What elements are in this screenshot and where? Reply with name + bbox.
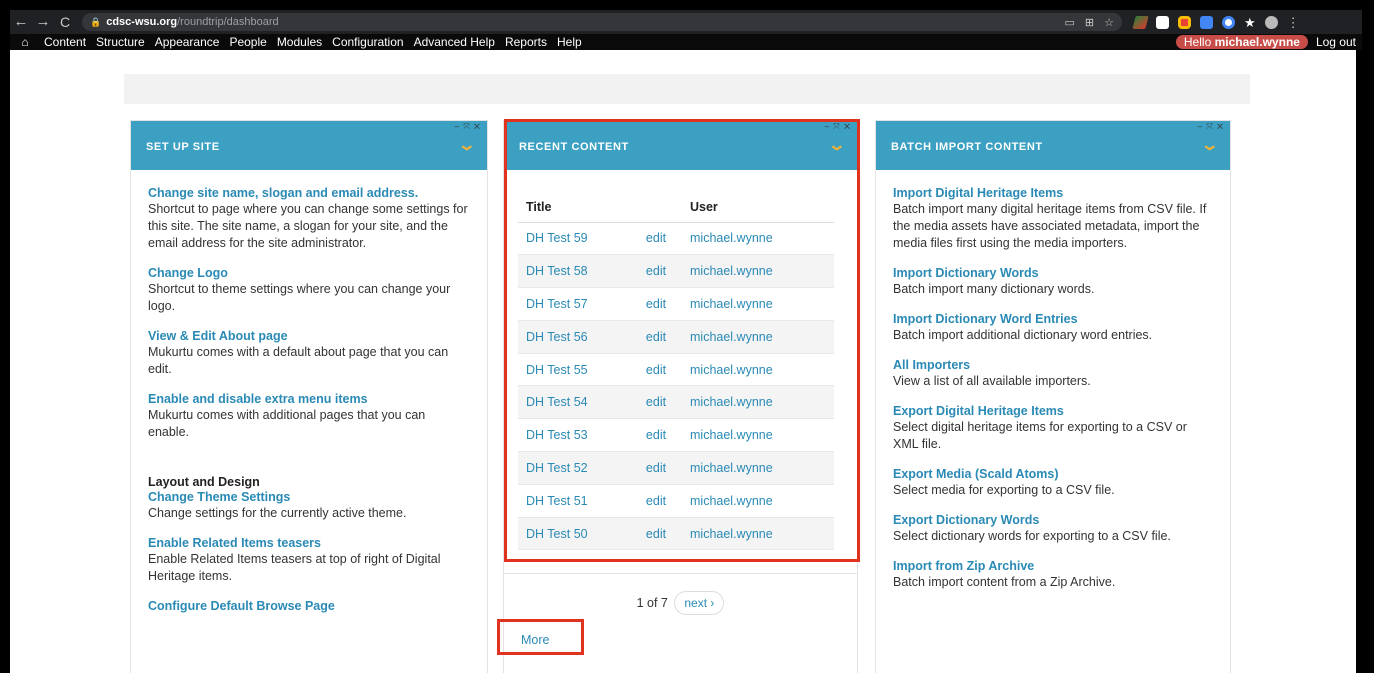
setup-site-block: SET UP SITE – ⤧ ✕ ⌄ Change site name, sl… [130, 120, 488, 673]
entry-description: Batch import additional dictionary word … [893, 328, 1153, 342]
pager-next-button[interactable]: next › [674, 591, 725, 615]
admin-toolbar: ⌂ Content Structure Appearance People Mo… [10, 34, 1362, 50]
home-icon[interactable]: ⌂ [16, 35, 34, 49]
back-arrow-icon[interactable]: ← [10, 10, 32, 34]
list-item: Configure Default Browse Page [148, 599, 469, 614]
address-bar[interactable]: 🔒 cdsc-wsu.org/roundtrip/dashboard ▭ ⊞ ☆ [82, 13, 1122, 31]
extension-pen-icon[interactable] [1132, 15, 1149, 29]
list-item: Import Dictionary Words Batch import man… [893, 266, 1212, 298]
profile-avatar-icon[interactable] [1264, 15, 1278, 29]
toolbar-item-advanced-help[interactable]: Advanced Help [414, 35, 495, 49]
export-dictionary-words-link[interactable]: Export Dictionary Words [893, 513, 1212, 528]
export-media-link[interactable]: Export Media (Scald Atoms) [893, 467, 1212, 482]
extensions-puzzle-icon[interactable]: ★ [1244, 16, 1256, 29]
pager-status: 1 of 7 [636, 596, 668, 610]
entry-description: Shortcut to theme settings where you can… [148, 282, 451, 313]
kebab-menu-icon[interactable]: ⋮ [1287, 16, 1300, 29]
list-item: Change site name, slogan and email addre… [148, 186, 469, 252]
star-icon[interactable]: ☆ [1104, 16, 1114, 29]
import-dictionary-words-link[interactable]: Import Dictionary Words [893, 266, 1212, 281]
list-item: Change Logo Shortcut to theme settings w… [148, 266, 469, 315]
list-item: Change Theme Settings Change settings fo… [148, 490, 469, 522]
browser-chrome: ← → C 🔒 cdsc-wsu.org/roundtrip/dashboard… [10, 10, 1362, 34]
block-controls-icon[interactable]: – ⤧ ✕ [455, 122, 481, 132]
toolbar-item-structure[interactable]: Structure [96, 35, 145, 49]
extension-square-icon[interactable] [1200, 15, 1213, 29]
page-header-bar [124, 74, 1250, 104]
extension-circle-icon[interactable] [1178, 15, 1191, 29]
entry-description: Batch import content from a Zip Archive. [893, 575, 1116, 589]
entry-description: Enable Related Items teasers at top of r… [148, 552, 441, 583]
change-site-name-link[interactable]: Change site name, slogan and email addre… [148, 186, 469, 201]
hello-user-badge[interactable]: Hello michael.wynne [1175, 35, 1308, 49]
list-item: Export Digital Heritage Items Select dig… [893, 404, 1212, 453]
toolbar-item-reports[interactable]: Reports [505, 35, 547, 49]
extension-window-icon[interactable] [1156, 15, 1169, 29]
entry-description: View a list of all available importers. [893, 374, 1091, 388]
cast-icon[interactable]: ▭ [1065, 16, 1075, 29]
entry-description: Select media for exporting to a CSV file… [893, 483, 1115, 497]
entry-description: Batch import many dictionary words. [893, 282, 1095, 296]
hello-username: michael.wynne [1214, 35, 1300, 49]
entry-description: Select digital heritage items for export… [893, 420, 1187, 451]
change-logo-link[interactable]: Change Logo [148, 266, 469, 281]
toolbar-item-people[interactable]: People [229, 35, 266, 49]
url-domain: cdsc-wsu.org [106, 16, 178, 28]
import-zip-archive-link[interactable]: Import from Zip Archive [893, 559, 1212, 574]
theme-settings-link[interactable]: Change Theme Settings [148, 490, 469, 505]
entry-description: Change settings for the currently active… [148, 506, 407, 520]
chevron-down-icon[interactable]: ⌄ [457, 135, 476, 155]
export-dh-items-link[interactable]: Export Digital Heritage Items [893, 404, 1212, 419]
entry-description: Select dictionary words for exporting to… [893, 529, 1171, 543]
highlight-recent-content [504, 119, 860, 562]
all-importers-link[interactable]: All Importers [893, 358, 1212, 373]
layout-design-heading: Layout and Design [148, 475, 260, 489]
entry-description: Mukurtu comes with additional pages that… [148, 408, 426, 439]
block-controls-icon[interactable]: – ⤧ ✕ [1198, 122, 1224, 132]
logout-link[interactable]: Log out [1316, 35, 1356, 49]
list-item: Export Media (Scald Atoms) Select media … [893, 467, 1212, 499]
extension-ring-icon[interactable] [1222, 15, 1235, 29]
qr-icon[interactable]: ⊞ [1085, 16, 1094, 29]
list-item: Import Digital Heritage Items Batch impo… [893, 186, 1212, 252]
list-item: View & Edit About page Mukurtu comes wit… [148, 329, 469, 378]
block-title: BATCH IMPORT CONTENT [891, 141, 1043, 153]
divider [504, 573, 857, 574]
list-item: Enable Related Items teasers Enable Rela… [148, 536, 469, 585]
toolbar-item-help[interactable]: Help [557, 35, 582, 49]
import-word-entries-link[interactable]: Import Dictionary Word Entries [893, 312, 1212, 327]
list-item: Enable and disable extra menu items Muku… [148, 392, 469, 441]
lock-icon: 🔒 [90, 16, 102, 27]
extensions-bar: ★ ⋮ [1132, 15, 1300, 29]
list-item: Import Dictionary Word Entries Batch imp… [893, 312, 1212, 344]
entry-description: Batch import many digital heritage items… [893, 202, 1207, 250]
list-item: Export Dictionary Words Select dictionar… [893, 513, 1212, 545]
url-path: /roundtrip/dashboard [177, 16, 279, 28]
batch-import-block: BATCH IMPORT CONTENT – ⤧ ✕ ⌄ Import Digi… [875, 120, 1231, 673]
entry-description: Mukurtu comes with a default about page … [148, 345, 449, 376]
forward-arrow-icon[interactable]: → [32, 10, 54, 34]
block-header: BATCH IMPORT CONTENT – ⤧ ✕ ⌄ [876, 121, 1230, 170]
toolbar-item-content[interactable]: Content [44, 35, 86, 49]
chevron-down-icon[interactable]: ⌄ [1200, 135, 1219, 155]
import-dh-items-link[interactable]: Import Digital Heritage Items [893, 186, 1212, 201]
reload-icon[interactable]: C [54, 10, 76, 34]
entry-description: Shortcut to page where you can change so… [148, 202, 468, 250]
toolbar-item-modules[interactable]: Modules [277, 35, 322, 49]
toolbar-item-configuration[interactable]: Configuration [332, 35, 403, 49]
list-item: All Importers View a list of all availab… [893, 358, 1212, 390]
about-page-link[interactable]: View & Edit About page [148, 329, 469, 344]
related-items-link[interactable]: Enable Related Items teasers [148, 536, 469, 551]
block-header: SET UP SITE – ⤧ ✕ ⌄ [131, 121, 487, 170]
block-title: SET UP SITE [146, 141, 220, 153]
highlight-more-link [497, 619, 584, 655]
menu-items-link[interactable]: Enable and disable extra menu items [148, 392, 469, 407]
toolbar-item-appearance[interactable]: Appearance [155, 35, 220, 49]
hello-prefix: Hello [1183, 35, 1215, 49]
browse-page-link[interactable]: Configure Default Browse Page [148, 599, 469, 614]
pager: 1 of 7 next › [504, 591, 857, 615]
dashboard-page: SET UP SITE – ⤧ ✕ ⌄ Change site name, sl… [10, 50, 1356, 673]
list-item: Import from Zip Archive Batch import con… [893, 559, 1212, 591]
